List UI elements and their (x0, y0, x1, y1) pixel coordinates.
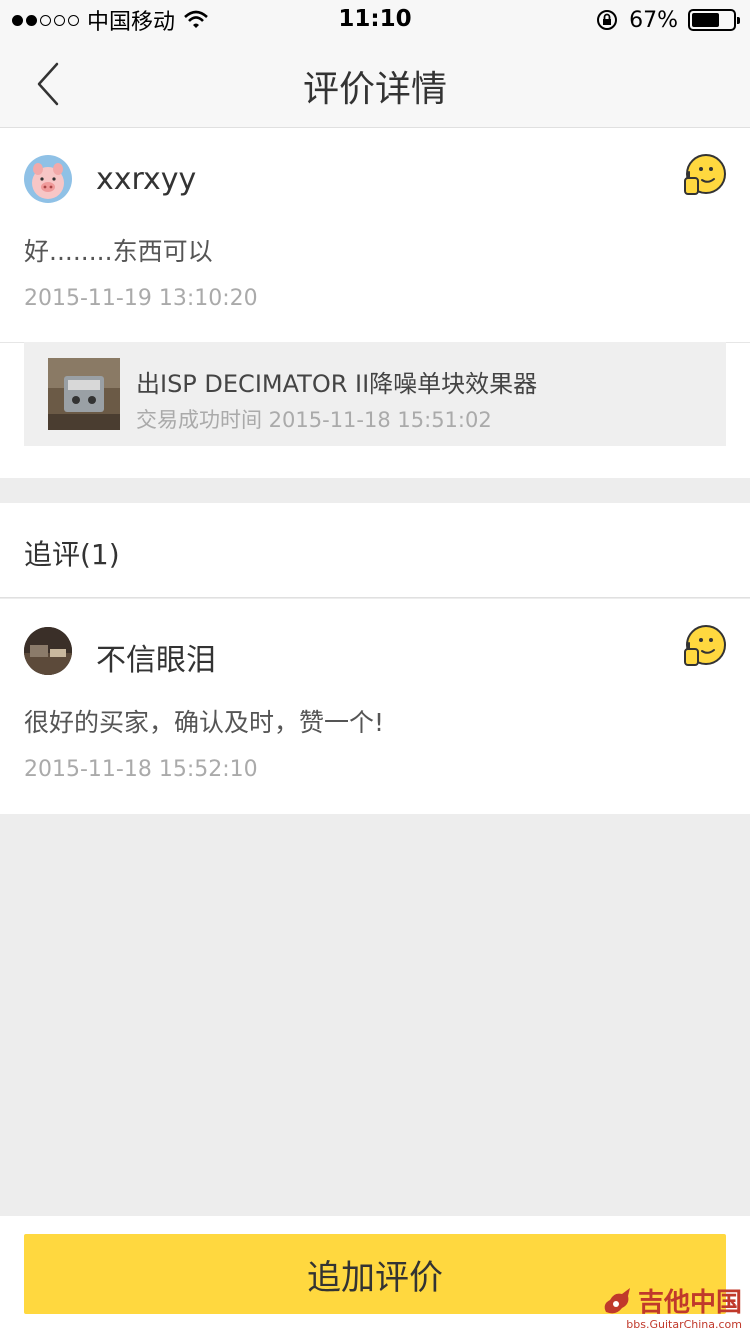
followup-content: 很好的买家，确认及时，赞一个! (24, 708, 385, 737)
pig-avatar-icon (32, 163, 64, 199)
reviewer-name: xxrxyy (96, 162, 197, 197)
trade-time: 交易成功时间 2015-11-18 15:51:02 (136, 408, 492, 432)
battery-percent: 67% (629, 7, 678, 33)
product-item[interactable]: 出ISP DECIMATOR II降噪单块效果器 交易成功时间 2015-11-… (24, 342, 726, 446)
followup-label: 追评(1) (24, 538, 120, 571)
watermark-text: 吉他中国 (637, 1288, 742, 1318)
followup-reviewer-name: 不信眼泪 (96, 643, 216, 678)
review-content: 好........东西可以 (24, 237, 213, 266)
avatar[interactable] (24, 155, 72, 203)
avatar[interactable] (24, 627, 72, 675)
watermark-logo: 吉他中国 (600, 1282, 742, 1319)
guitar-avatar-icon (24, 627, 72, 675)
thumbs-up-rating-icon (684, 154, 726, 195)
watermark-url: bbs.GuitarChina.com (626, 1318, 742, 1331)
product-thumbnail (48, 358, 120, 430)
followup-card: 不信眼泪 很好的买家，确认及时，赞一个! 2015-11-18 15:52:10 (0, 599, 750, 814)
review-time: 2015-11-19 13:10:20 (24, 286, 258, 311)
product-title: 出ISP DECIMATOR II降噪单块效果器 (136, 370, 538, 398)
nav-bar: 评价详情 (0, 40, 750, 128)
status-right: 67% (595, 7, 740, 33)
followup-time: 2015-11-18 15:52:10 (24, 757, 258, 782)
thumbs-up-rating-icon (684, 625, 726, 666)
battery-fill (692, 13, 719, 27)
review-card: xxrxyy 好........东西可以 2015-11-19 13:10:20… (0, 128, 750, 478)
status-bar: 中国移动 11:10 67% (0, 0, 750, 40)
followup-section-header: 追评(1) (0, 503, 750, 598)
page-title: 评价详情 (302, 69, 447, 110)
battery-icon (688, 9, 740, 31)
guitar-logo-icon (604, 1287, 630, 1313)
rotation-lock-icon (597, 10, 618, 30)
